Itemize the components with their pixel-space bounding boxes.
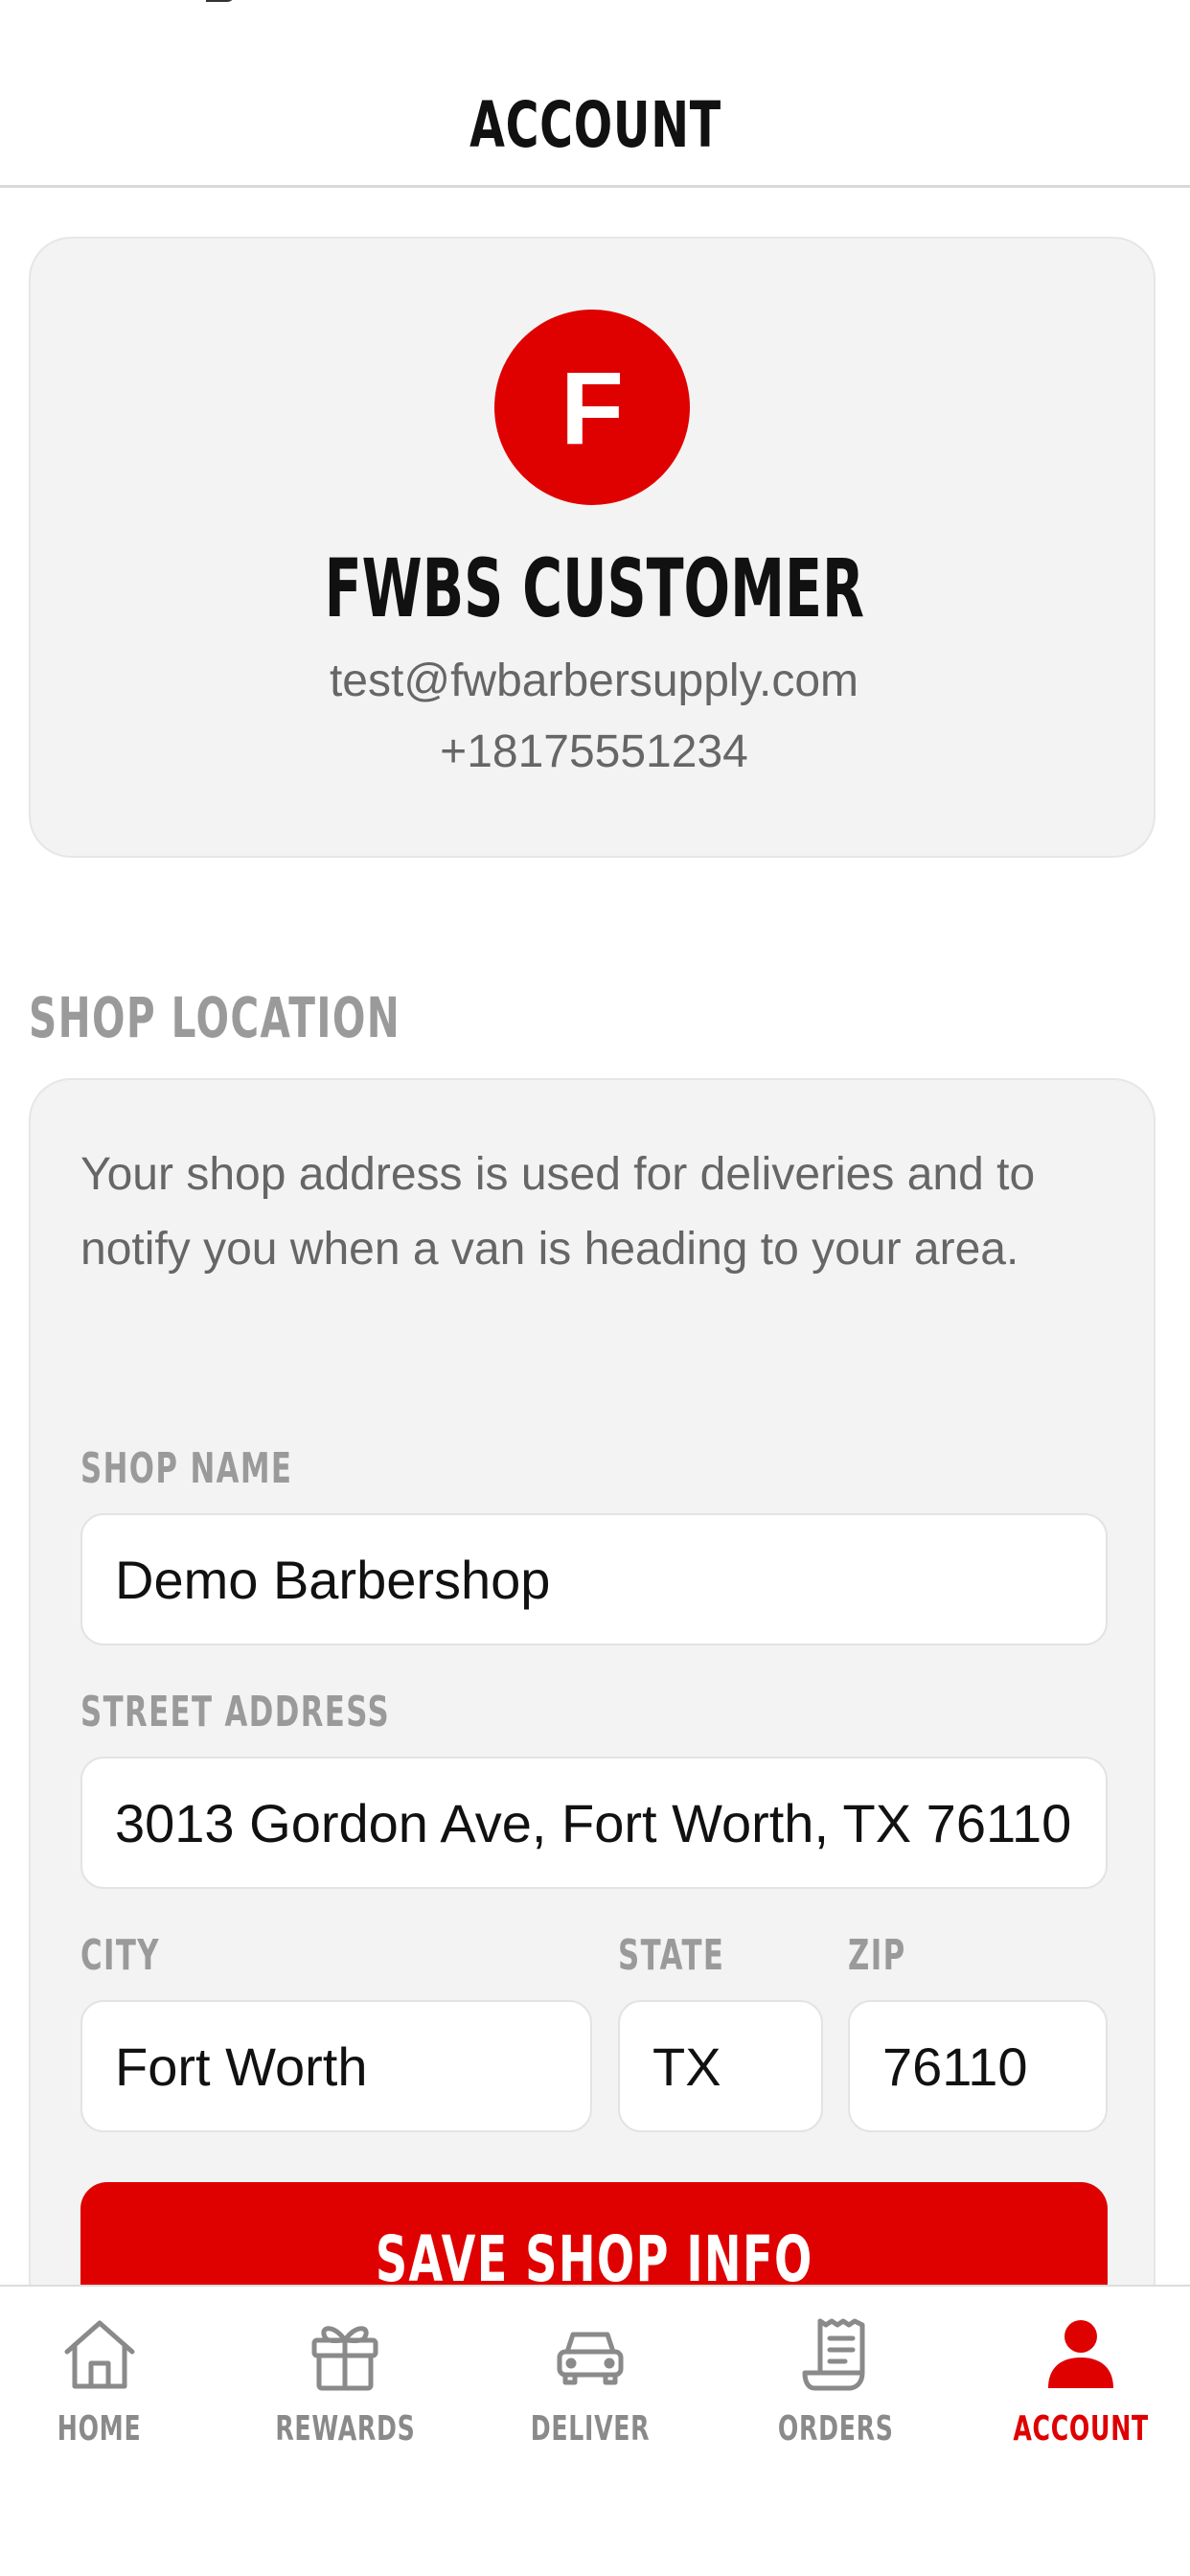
street-address-label-text: STREET ADDRESS [80,1688,391,1736]
tab-rewards-label-text: REWARDS [274,2409,416,2449]
tab-deliver[interactable]: DELIVER [471,2287,709,2497]
home-icon [64,2320,135,2389]
bottom-tab-bar: HOME REWARDS DELIVER ORDERS ACCOUNT [0,2285,1190,2576]
zip-input[interactable]: 76110 [848,2000,1108,2132]
tab-orders[interactable]: ORDERS [717,2287,954,2497]
tab-account[interactable]: ACCOUNT [962,2287,1190,2497]
tab-deliver-label: DELIVER [471,2409,709,2449]
profile-card: F FWBS CUSTOMER test@fwbarbersupply.com … [29,237,1156,858]
shop-name-value: Demo Barbershop [115,1549,551,1610]
tab-home-label-text: HOME [57,2409,142,2449]
street-address-label: STREET ADDRESS [80,1688,522,1736]
profile-name-text: FWBS CUSTOMER [324,541,864,635]
tab-home-label: HOME [0,2409,218,2449]
page-title-text: ACCOUNT [469,88,721,162]
car-icon [557,2332,624,2385]
profile-email: test@fwbarbersupply.com [329,656,859,706]
street-address-input[interactable]: 3013 Gordon Ave, Fort Worth, TX 76110 [80,1757,1108,1889]
state-label-text: STATE [618,1931,725,1980]
profile-phone: +18175551234 [440,726,748,777]
city-label-text: CITY [80,1931,160,1980]
state-value: TX [652,2036,721,2097]
avatar: F [494,310,690,505]
tab-account-label-text: ACCOUNT [1013,2409,1149,2449]
gift-icon [311,2326,378,2391]
shop-location-description: Your shop address is used for deliveries… [80,1149,1036,1275]
zip-value: 76110 [882,2036,1028,2097]
tab-orders-label-text: ORDERS [777,2409,894,2449]
person-icon [1048,2320,1113,2388]
city-label: CITY [80,1931,195,1980]
state-label: STATE [618,1931,770,1980]
city-input[interactable]: Fort Worth [80,2000,592,2132]
tab-rewards-label: REWARDS [226,2409,464,2449]
zip-label: ZIP [848,1931,931,1980]
shop-location-card: Your shop address is used for deliveries… [29,1078,1156,2420]
tab-rewards[interactable]: REWARDS [226,2287,464,2497]
shop-name-label: SHOP NAME [80,1444,383,1493]
tab-account-label: ACCOUNT [962,2409,1190,2449]
street-address-value: 3013 Gordon Ave, Fort Worth, TX 76110 [115,1792,1072,1853]
tab-home[interactable]: HOME [0,2287,218,2497]
shop-location-heading-text: SHOP LOCATION [29,985,401,1050]
zip-label-text: ZIP [848,1931,906,1980]
tab-orders-label: ORDERS [717,2409,954,2449]
tab-deliver-label-text: DELIVER [530,2409,651,2449]
state-input[interactable]: TX [618,2000,823,2132]
page-title: ACCOUNT [0,88,1190,162]
receipt-icon [802,2318,865,2391]
top-navigation-bar: ACCOUNT [0,0,1190,188]
shop-location-heading: SHOP LOCATION [29,985,560,1050]
city-value: Fort Worth [115,2036,368,2097]
shop-name-input[interactable]: Demo Barbershop [80,1513,1108,1645]
profile-name: FWBS CUSTOMER [31,541,1157,635]
status-bar-fragment [206,0,235,2]
shop-name-label-text: SHOP NAME [80,1444,293,1493]
